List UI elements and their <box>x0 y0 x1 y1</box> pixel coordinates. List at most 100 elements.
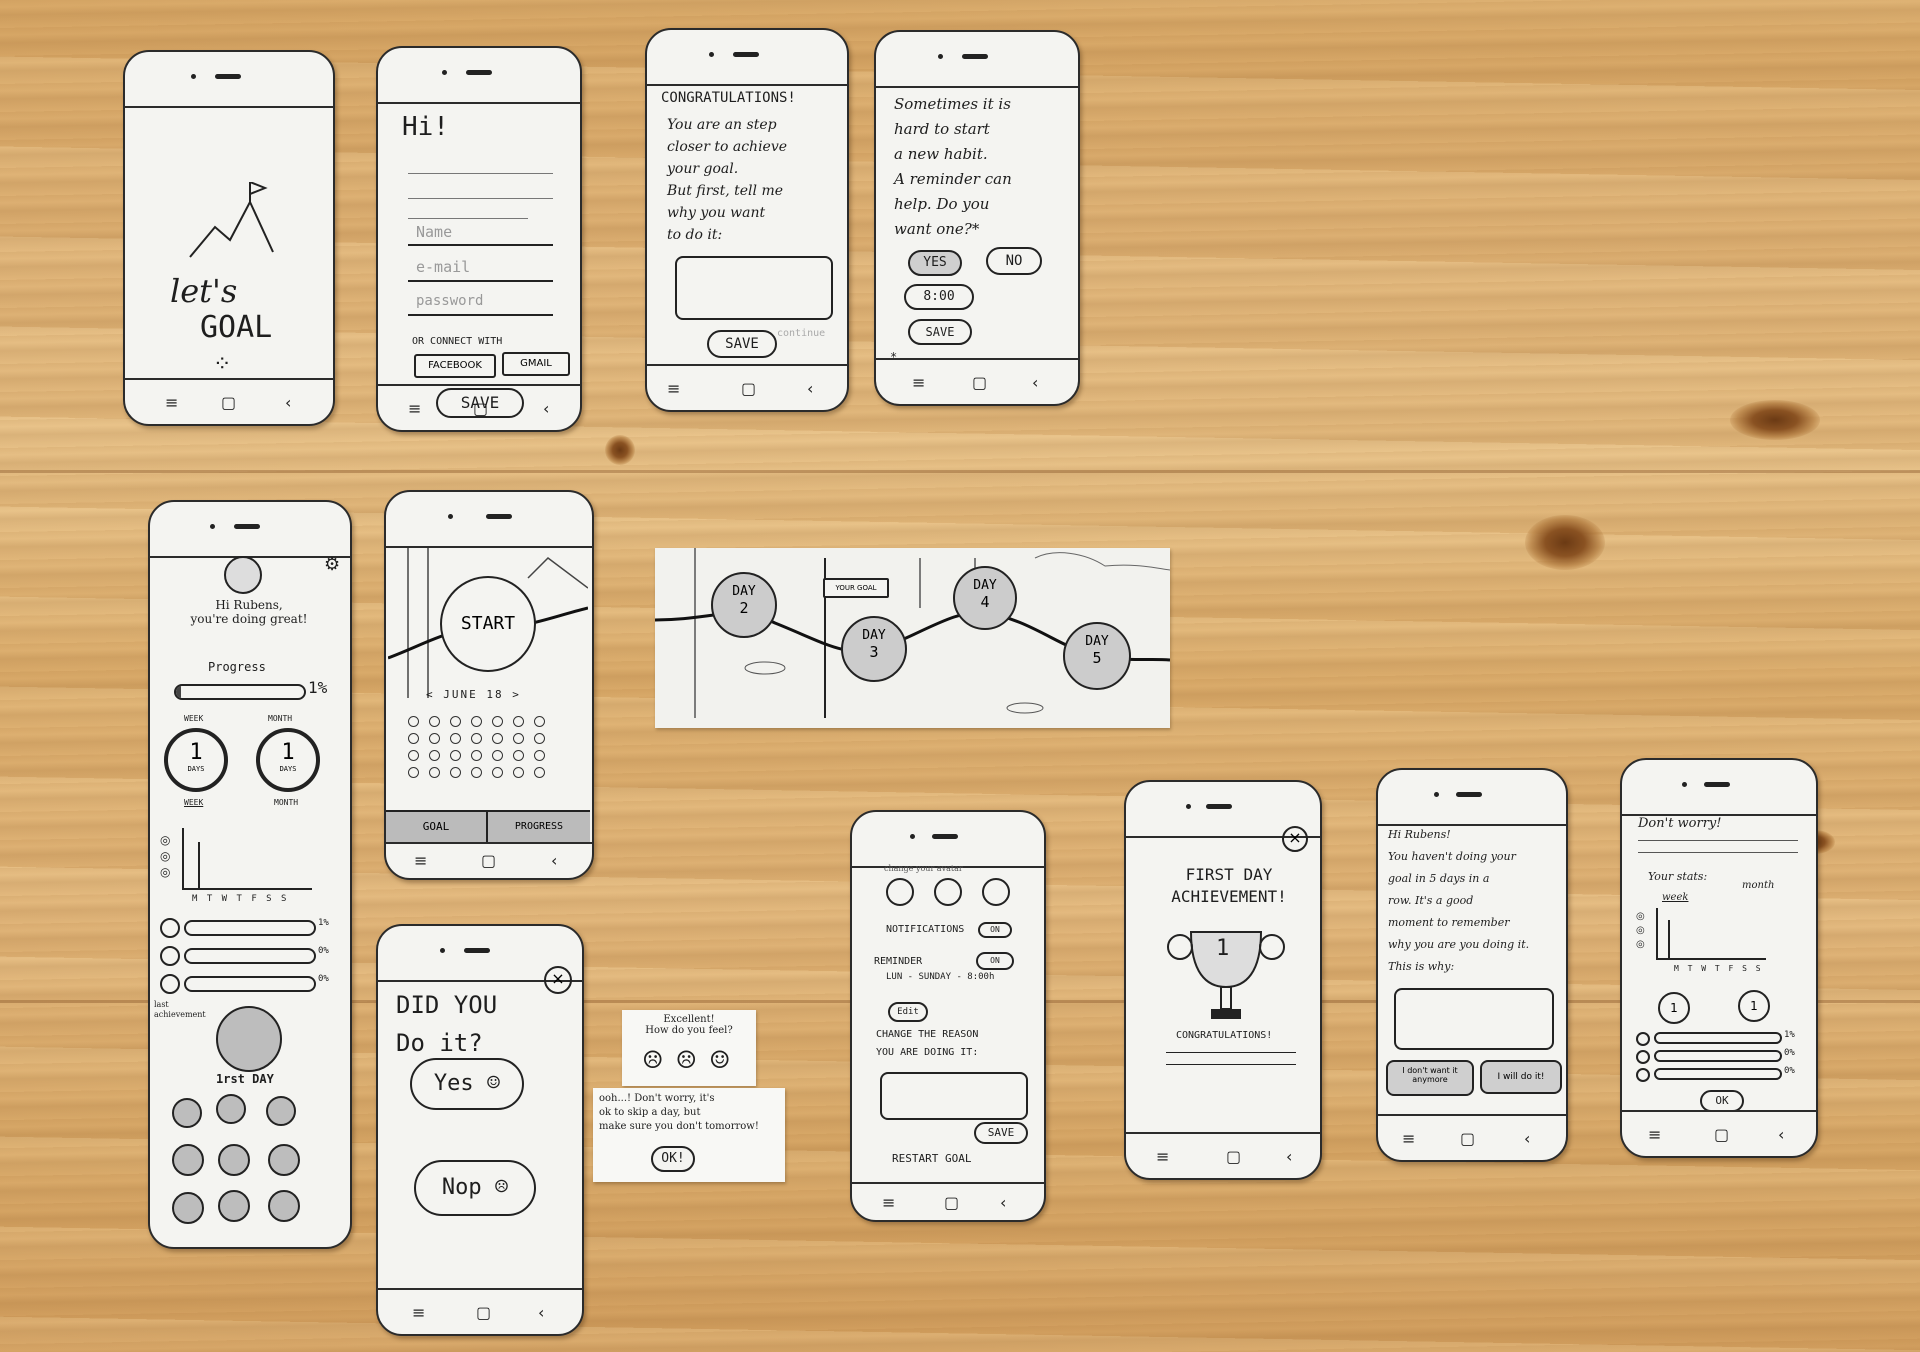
close-icon[interactable]: × <box>544 966 572 994</box>
yes-button[interactable]: YES <box>908 250 962 276</box>
restart-goal-button[interactable]: RESTART GOAL <box>892 1152 971 1165</box>
save-button[interactable]: SAVE <box>974 1122 1028 1144</box>
day-5-node[interactable]: DAY 5 <box>1063 622 1131 690</box>
back-nav-icon[interactable]: ‹ <box>1524 1129 1530 1148</box>
connect-label: OR CONNECT WITH <box>412 336 503 347</box>
reason-textarea[interactable] <box>880 1072 1028 1120</box>
badge-icon[interactable] <box>268 1144 300 1176</box>
continue-link[interactable]: continue <box>777 328 825 339</box>
gmail-button[interactable]: GMAIL <box>502 352 570 376</box>
back-nav-icon[interactable]: ‹ <box>1286 1147 1292 1166</box>
trophy-badge-icon[interactable] <box>216 1006 282 1072</box>
day-4-node[interactable]: DAY 4 <box>953 566 1017 630</box>
congrats-body: You are an step closer to achieve your g… <box>667 117 788 243</box>
back-nav-icon[interactable]: ‹ <box>1778 1125 1784 1144</box>
menu-nav-icon[interactable]: ≡ <box>882 1193 895 1212</box>
menu-nav-icon[interactable]: ≡ <box>1402 1129 1415 1148</box>
back-nav-icon[interactable]: ‹ <box>538 1303 544 1322</box>
menu-nav-icon[interactable]: ≡ <box>165 393 178 412</box>
home-nav-icon[interactable]: ▢ <box>972 373 987 392</box>
day-2-node[interactable]: DAY 2 <box>711 572 777 638</box>
menu-nav-icon[interactable]: ≡ <box>667 379 680 398</box>
tab-progress[interactable]: PROGRESS <box>488 810 590 842</box>
calendar-grid[interactable] <box>408 716 550 778</box>
name-field-label: Name <box>416 223 453 241</box>
tab-month[interactable]: MONTH <box>274 798 298 807</box>
sad-icon <box>1636 1068 1650 1082</box>
home-nav-icon[interactable]: ▢ <box>221 393 236 412</box>
home-nav-icon[interactable]: ▢ <box>1226 1147 1241 1166</box>
save-button[interactable]: SAVE <box>707 330 777 358</box>
day-3-node[interactable]: DAY 3 <box>841 616 907 682</box>
edit-button[interactable]: Edit <box>888 1002 928 1022</box>
yes-button[interactable]: Yes ☺ <box>410 1058 524 1110</box>
home-nav-icon[interactable]: ▢ <box>481 851 496 870</box>
badge-icon[interactable] <box>268 1190 300 1222</box>
week-streak-ring: 1 DAYS <box>164 728 228 792</box>
name-field[interactable] <box>408 244 553 246</box>
home-nav-icon[interactable]: ▢ <box>944 1193 959 1212</box>
home-nav-icon[interactable]: ▢ <box>476 1303 491 1322</box>
menu-nav-icon[interactable]: ≡ <box>414 851 427 870</box>
notifications-toggle[interactable]: ON <box>978 922 1012 938</box>
tab-week[interactable]: WEEK <box>184 798 203 807</box>
facebook-button[interactable]: FACEBOOK <box>414 354 496 378</box>
change-reason-label: CHANGE THE REASON YOU ARE DOING IT: <box>876 1029 979 1058</box>
gear-icon[interactable]: ⚙ <box>324 554 340 575</box>
wood-seam <box>0 470 1920 473</box>
weekday-axis: M T W T F S S <box>1674 964 1763 973</box>
password-field[interactable] <box>408 314 553 316</box>
badge-icon[interactable] <box>172 1098 202 1128</box>
month-navigation[interactable]: < JUNE 18 > <box>426 688 521 701</box>
badge-icon[interactable] <box>172 1144 204 1176</box>
save-button[interactable]: SAVE <box>908 319 972 345</box>
quit-goal-button[interactable]: I don't want it anymore <box>1386 1060 1474 1096</box>
back-nav-icon[interactable]: ‹ <box>807 379 813 398</box>
menu-nav-icon[interactable]: ≡ <box>1648 1125 1661 1144</box>
continue-goal-button[interactable]: I will do it! <box>1480 1060 1562 1094</box>
back-nav-icon[interactable]: ‹ <box>1000 1193 1006 1212</box>
badge-icon[interactable] <box>216 1094 246 1124</box>
tab-month[interactable]: month <box>1742 880 1774 891</box>
email-field[interactable] <box>408 280 553 282</box>
home-nav-icon[interactable]: ▢ <box>1460 1129 1475 1148</box>
time-input[interactable]: 8:00 <box>904 284 974 310</box>
back-nav-icon[interactable]: ‹ <box>551 851 557 870</box>
badge-icon[interactable] <box>172 1192 204 1224</box>
back-nav-icon[interactable]: ‹ <box>285 393 291 412</box>
badge-icon[interactable] <box>218 1190 250 1222</box>
reminder-toggle[interactable]: ON <box>976 952 1014 970</box>
badge-icon[interactable] <box>218 1144 250 1176</box>
mood-picker-icons[interactable]: ☹☹☺ <box>642 1046 743 1074</box>
no-button[interactable]: NO <box>986 247 1042 275</box>
badge-icon[interactable] <box>266 1096 296 1126</box>
menu-nav-icon[interactable]: ≡ <box>1156 1147 1169 1166</box>
stat-value: 0% <box>1784 1066 1795 1076</box>
start-button[interactable]: START <box>440 576 536 672</box>
email-field-label: e-mail <box>416 258 471 276</box>
avatar-option[interactable] <box>982 878 1010 906</box>
avatar-option[interactable] <box>934 878 962 906</box>
menu-nav-icon[interactable]: ≡ <box>412 1303 425 1322</box>
home-nav-icon[interactable]: ▢ <box>1714 1125 1729 1144</box>
password-field-label: password <box>416 293 484 309</box>
home-nav-icon[interactable]: ▢ <box>741 379 756 398</box>
tab-goal[interactable]: GOAL <box>386 810 488 842</box>
stat-bar-neutral <box>184 948 316 964</box>
close-icon[interactable]: × <box>1282 826 1308 852</box>
home-nav-icon[interactable]: ▢ <box>473 399 488 418</box>
menu-nav-icon[interactable]: ≡ <box>408 399 421 418</box>
no-button[interactable]: Nop ☹ <box>414 1160 536 1216</box>
signup-greeting: Hi! <box>402 112 449 142</box>
ok-button[interactable]: OK <box>1700 1090 1744 1112</box>
ok-button[interactable]: OK! <box>651 1146 695 1172</box>
menu-nav-icon[interactable]: ≡ <box>912 373 925 392</box>
back-nav-icon[interactable]: ‹ <box>543 399 549 418</box>
stat-value: 0% <box>318 946 329 956</box>
tab-week[interactable]: week <box>1662 892 1688 903</box>
avatar-option[interactable] <box>886 878 914 906</box>
back-nav-icon[interactable]: ‹ <box>1032 373 1038 392</box>
mood-icons: ◎ ◎ ◎ <box>160 833 171 879</box>
avatar[interactable] <box>224 556 262 594</box>
reason-textarea[interactable] <box>675 256 833 320</box>
